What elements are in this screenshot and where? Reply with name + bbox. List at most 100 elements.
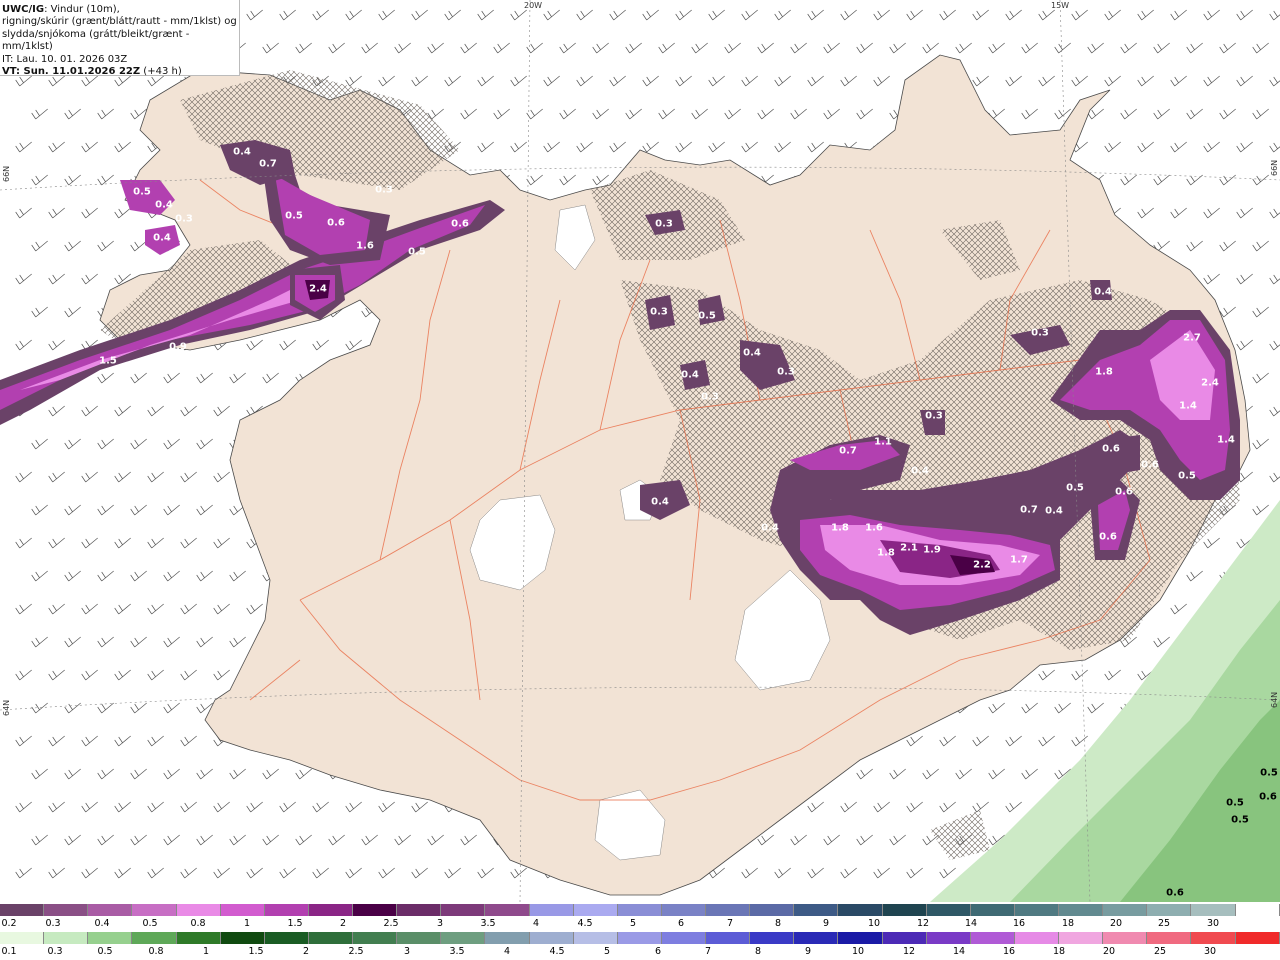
wind-barb <box>1137 207 1154 219</box>
wind-barb <box>1186 108 1203 120</box>
wind-barb <box>180 669 197 681</box>
wind-barb <box>312 801 329 813</box>
wind-barb <box>328 42 345 54</box>
wind-barb <box>48 273 65 285</box>
wind-barb <box>130 438 147 450</box>
wind-barb <box>163 768 180 780</box>
wind-barb <box>147 801 164 813</box>
wind-barb <box>97 570 114 582</box>
wind-barb <box>1236 141 1253 153</box>
wind-barb <box>774 141 791 153</box>
legend-swatch <box>44 932 89 944</box>
legend-swatch <box>1059 932 1104 944</box>
wind-barb <box>823 42 840 54</box>
lat-label-64n-left: 64N <box>2 699 11 716</box>
wind-barb <box>1170 207 1187 219</box>
wind-barb <box>48 339 65 351</box>
wind-barb <box>543 141 560 153</box>
legend-tick-label: 14 <box>964 918 978 929</box>
legend-tick-label: 20 <box>1102 946 1116 957</box>
legend-tick-label: 7 <box>704 946 712 957</box>
wind-barb <box>708 141 725 153</box>
legend-swatch <box>1191 932 1236 944</box>
wind-barb <box>312 9 329 21</box>
rain-legend-labels: 0.1 0.3 0.5 0.8 1 1.5 2 2.5 3 3.5 4 4.5 5 6 7 8 9 10 12 14 1… <box>0 946 1280 958</box>
wind-barb <box>576 141 593 153</box>
map-canvas <box>0 0 1280 902</box>
wind-barb <box>64 108 81 120</box>
wind-barb <box>1236 75 1253 87</box>
legend-tick-label: 1 <box>243 918 251 929</box>
wind-barb <box>807 9 824 21</box>
wind-barb <box>1186 42 1203 54</box>
legend-swatch <box>1235 904 1280 916</box>
precip-value-label: 0.3 <box>655 218 673 230</box>
wind-barb <box>724 108 741 120</box>
legend-swatch <box>220 932 265 944</box>
wind-barb <box>1269 142 1280 153</box>
wind-barb <box>262 42 279 54</box>
wind-barb <box>510 9 527 21</box>
wind-barb <box>163 570 180 582</box>
wind-barb <box>196 768 213 780</box>
legend-swatch <box>882 904 927 916</box>
wind-barb <box>246 867 263 879</box>
legend-swatch <box>441 904 486 916</box>
wind-barb <box>1087 42 1104 54</box>
wind-barb <box>477 75 494 87</box>
wind-barb <box>1269 406 1280 417</box>
wind-barb <box>31 768 48 780</box>
wind-barb <box>411 9 428 21</box>
wind-barb <box>1054 42 1071 54</box>
legend-swatch <box>44 904 89 916</box>
rain-legend-bar <box>0 932 1280 944</box>
wind-barb <box>180 537 197 549</box>
precip-value-label: 0.6 <box>1259 791 1277 803</box>
wind-barb <box>196 438 213 450</box>
wind-barb <box>180 867 197 879</box>
info-line1: : Vindur (10m), <box>44 4 120 15</box>
wind-barb <box>48 405 65 417</box>
wind-barb <box>163 372 180 384</box>
wind-barb <box>939 735 956 747</box>
wind-barb <box>1170 9 1187 21</box>
wind-barb <box>559 174 576 186</box>
wind-barb <box>229 372 246 384</box>
legend-swatch <box>1103 932 1148 944</box>
legend-swatch <box>353 904 398 916</box>
wind-barb <box>229 570 246 582</box>
wind-barb <box>873 9 890 21</box>
wind-barb <box>757 42 774 54</box>
wind-barb <box>180 603 197 615</box>
wind-barb <box>328 834 345 846</box>
legend-swatch <box>794 904 839 916</box>
wind-barb <box>1021 42 1038 54</box>
wind-barb <box>675 141 692 153</box>
legend-tick-label: 18 <box>1061 918 1075 929</box>
wind-barb <box>1071 9 1088 21</box>
wind-barb <box>147 735 164 747</box>
legend-tick-label: 0.3 <box>45 918 61 929</box>
wind-barb <box>477 867 494 879</box>
legend-tick-label: 16 <box>1012 918 1026 929</box>
wind-barb <box>741 75 758 87</box>
legend-tick-label: 18 <box>1052 946 1066 957</box>
wind-barb <box>1054 702 1071 714</box>
precip-value-label: 0.4 <box>155 199 173 211</box>
legend-swatch <box>264 932 309 944</box>
precip-value-label: 0.4 <box>651 496 669 508</box>
precip-value-label: 0.3 <box>701 391 719 403</box>
wind-barb <box>609 75 626 87</box>
legend-tick-label: 0.1 <box>1 946 17 957</box>
wind-barb <box>394 834 411 846</box>
wind-barb <box>1170 141 1187 153</box>
wind-barb <box>790 42 807 54</box>
legend-tick-label: 12 <box>916 918 930 929</box>
precip-value-label: 2.1 <box>900 542 918 554</box>
legend-tick-label: 10 <box>867 918 881 929</box>
wind-barb <box>81 471 98 483</box>
wind-barb <box>97 702 114 714</box>
wind-barb <box>823 108 840 120</box>
wind-barb <box>361 834 378 846</box>
wind-barb <box>262 834 279 846</box>
